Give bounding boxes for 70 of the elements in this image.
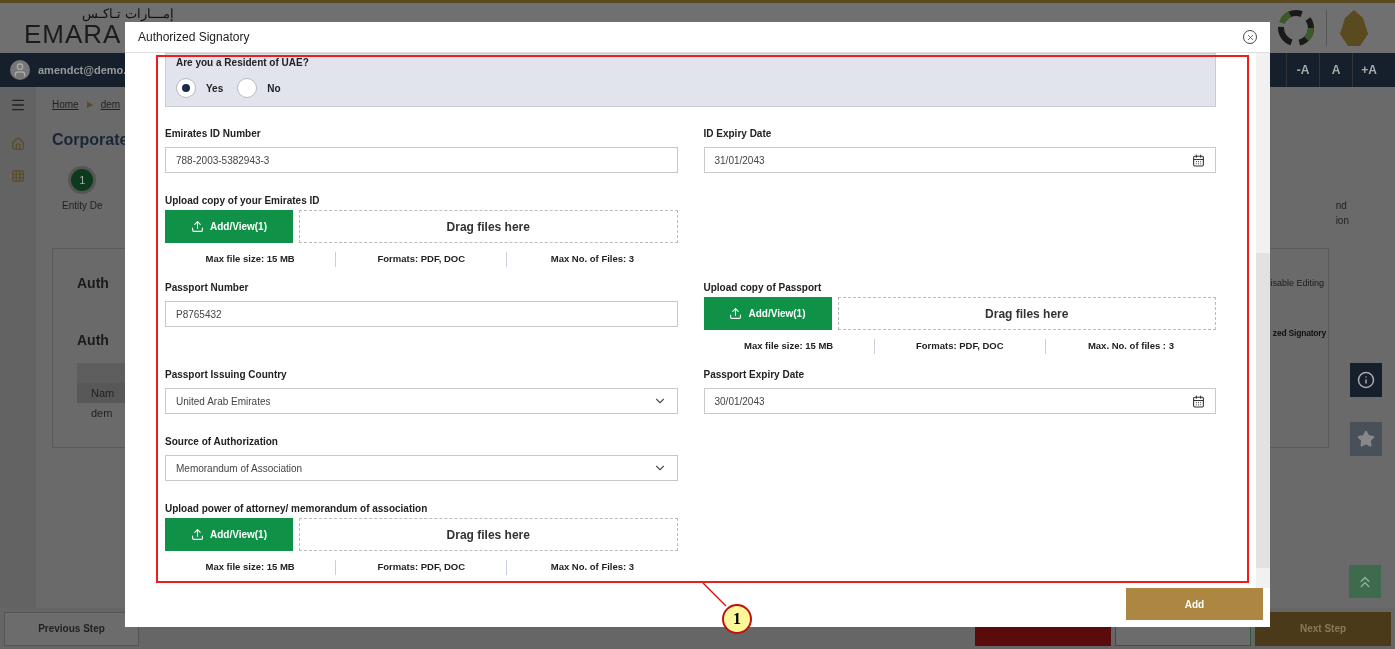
callout-leader-line: [702, 582, 728, 608]
add-view-button[interactable]: Add/View(1): [165, 210, 293, 244]
font-size-button[interactable]: A: [1319, 53, 1352, 87]
close-icon: [1245, 32, 1255, 42]
upload-icon: [190, 220, 204, 234]
section-title: Auth: [77, 331, 110, 350]
calendar-icon: [1192, 153, 1205, 167]
radio-option[interactable]: Yes: [176, 78, 228, 99]
upload-info-text: Formats: PDF, DOC: [335, 560, 507, 575]
menu-icon[interactable]: [10, 97, 26, 113]
drop-zone[interactable]: Drag files here: [299, 210, 678, 244]
add-view-button[interactable]: Add/View(1): [165, 518, 293, 552]
text-field[interactable]: 788-2003-5382943-3: [165, 147, 678, 174]
step-label: Entity De: [62, 199, 103, 213]
upload-info-text: Max No. of Files: 3: [506, 560, 678, 575]
upload-info-text: Max file size: 15 MB: [204, 560, 296, 575]
add-view-button[interactable]: Add/View(1): [703, 297, 832, 331]
calendar-icon: [1192, 394, 1205, 408]
emblem-icon: [1276, 8, 1316, 48]
radio-button[interactable]: [176, 78, 196, 99]
dropdown-field[interactable]: United Arab Emirates: [165, 388, 678, 415]
breadcrumb-separator: ▶: [86, 98, 93, 111]
field-label: Passport Issuing Country: [165, 368, 288, 383]
logo-text: EMARA: [24, 21, 122, 47]
apps-grid-icon[interactable]: [11, 169, 25, 183]
date-field[interactable]: 31/01/2043: [703, 147, 1216, 174]
upload-info-text: Formats: PDF, DOC: [873, 339, 1045, 354]
upload-info-text: Max No. of Files: 3: [506, 252, 678, 267]
field-label: Source of Authorization: [165, 435, 279, 450]
radio-button[interactable]: [237, 78, 258, 99]
table-cell-text: dem: [90, 405, 114, 421]
date-field[interactable]: 30/01/2043: [703, 388, 1216, 415]
field-label: Upload copy of your Emirates ID: [165, 194, 321, 209]
field-label: ID Expiry Date: [703, 127, 773, 142]
step-label: nd: [1335, 199, 1348, 213]
font-size-button[interactable]: -A: [1286, 53, 1319, 87]
favorite-button[interactable]: [1350, 422, 1382, 456]
user-email: amendct@demo.: [38, 62, 127, 78]
text-field[interactable]: P8765432: [165, 301, 678, 328]
field-label: Emirates ID Number: [165, 127, 262, 142]
dropdown-field[interactable]: Memorandum of Association: [165, 455, 678, 482]
info-button[interactable]: [1350, 363, 1382, 397]
field-label: Upload power of attorney/ memorandum of association: [165, 502, 429, 517]
scrollbar-thumb[interactable]: [1256, 253, 1270, 569]
disable-editing-text: isable Editing: [1270, 277, 1324, 290]
upload-icon: [729, 307, 743, 321]
radio-option[interactable]: No: [237, 78, 285, 99]
add-signatory-link[interactable]: zed Signatory: [1272, 326, 1326, 340]
resident-question: Are you a Resident of UAE?: [176, 56, 310, 71]
drop-zone[interactable]: Drag files here: [837, 297, 1216, 331]
user-avatar-icon: [10, 60, 30, 80]
drop-zone[interactable]: Drag files here: [299, 518, 678, 552]
scroll-top-button[interactable]: [1349, 565, 1381, 598]
info-icon: [1357, 371, 1375, 389]
field-label: Passport Number: [165, 281, 250, 296]
star-icon: [1357, 430, 1375, 448]
upload-info-text: Max file size: 15 MB: [204, 252, 296, 267]
upload-info-text: Max file size: 15 MB: [742, 339, 835, 354]
home-icon[interactable]: [11, 137, 25, 151]
section-title: Auth: [77, 274, 110, 293]
upload-info-text: Max. No. of files : 3: [1044, 339, 1216, 354]
upload-icon: [190, 528, 204, 542]
logo-arabic-text: إمـــارات تـاكـس: [82, 6, 174, 21]
font-size-button[interactable]: +A: [1352, 53, 1385, 87]
upload-info-text: Formats: PDF, DOC: [335, 252, 507, 267]
field-label: Passport Expiry Date: [703, 368, 806, 383]
modal-title: Authorized Signatory: [138, 29, 250, 47]
page-title: Corporate: [52, 130, 129, 150]
step-label: ion: [1335, 214, 1349, 228]
field-label: Upload copy of Passport: [703, 281, 823, 296]
